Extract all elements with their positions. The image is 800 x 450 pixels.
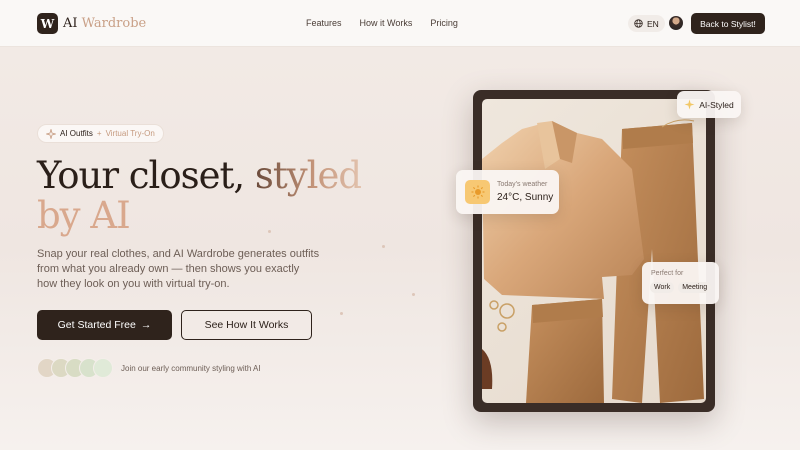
weather-value: 24°C, Sunny (497, 192, 554, 203)
decorative-dot (340, 312, 343, 315)
outfit-photo (482, 99, 706, 403)
ai-styled-label: AI-Styled (699, 99, 734, 110)
badge-separator: + (96, 129, 102, 138)
globe-icon (634, 19, 643, 28)
back-to-stylist-button[interactable]: Back to Stylist! (691, 13, 765, 34)
hero-description: Snap your real clothes, and AI Wardrobe … (37, 248, 320, 290)
logo-text-dark: AI (63, 16, 78, 31)
outfit-illustration (482, 119, 704, 403)
nav-link-features[interactable]: Features (306, 18, 342, 28)
nav-link-how-it-works[interactable]: How it Works (360, 18, 413, 28)
headline-line2: by AI (37, 194, 131, 237)
language-selector[interactable]: EN (628, 15, 665, 32)
logo-text-accent: Wardrobe (77, 16, 147, 31)
see-how-it-works-button[interactable]: See How It Works (181, 310, 312, 340)
community-avatar (93, 358, 113, 378)
decorative-dot (382, 245, 385, 248)
community-avatars (37, 358, 113, 378)
decorative-dot (412, 293, 415, 296)
ai-styled-card: AI-Styled (677, 91, 741, 118)
headline-line1-main: Your closet, (37, 154, 255, 197)
get-started-button[interactable]: Get Started Free → (37, 310, 172, 340)
logo-text: AI Wardrobe (63, 16, 146, 31)
nav-link-pricing[interactable]: Pricing (430, 18, 458, 28)
logo[interactable]: W AI Wardrobe (37, 13, 146, 34)
occasion-label: Perfect for (651, 270, 684, 277)
sun-icon (465, 180, 490, 204)
occasion-chip-work: Work (650, 282, 675, 293)
occasion-chip-meeting: Meeting (678, 282, 712, 293)
feature-badge: AI Outfits + Virtual Try-On (37, 124, 164, 143)
occasion-card: Perfect for Work Meeting (642, 262, 719, 304)
sparkle-icon (684, 99, 695, 110)
badge-text-try-on: Virtual Try-On (105, 129, 155, 138)
occasion-chips: Work Meeting (650, 282, 712, 293)
sparkle-icon (46, 128, 56, 139)
user-avatar[interactable] (669, 16, 683, 30)
get-started-label: Get Started Free (57, 319, 136, 331)
nav-links: Features How it Works Pricing (306, 18, 458, 28)
arrow-right-icon: → (140, 319, 152, 331)
community-text: Join our early community styling with AI (121, 363, 261, 373)
badge-text-outfits: AI Outfits (60, 129, 93, 138)
language-label: EN (647, 18, 659, 29)
community-proof: Join our early community styling with AI (37, 358, 261, 378)
weather-label: Today's weather (497, 181, 548, 188)
weather-card: Today's weather 24°C, Sunny (456, 170, 559, 214)
logo-mark: W (37, 13, 58, 34)
hero-headline: Your closet, styled by AI (37, 156, 377, 236)
headline-line1-gradient: styled (254, 154, 362, 197)
top-nav: W AI Wardrobe Features How it Works Pric… (0, 0, 800, 47)
outfit-preview-frame (473, 90, 715, 412)
